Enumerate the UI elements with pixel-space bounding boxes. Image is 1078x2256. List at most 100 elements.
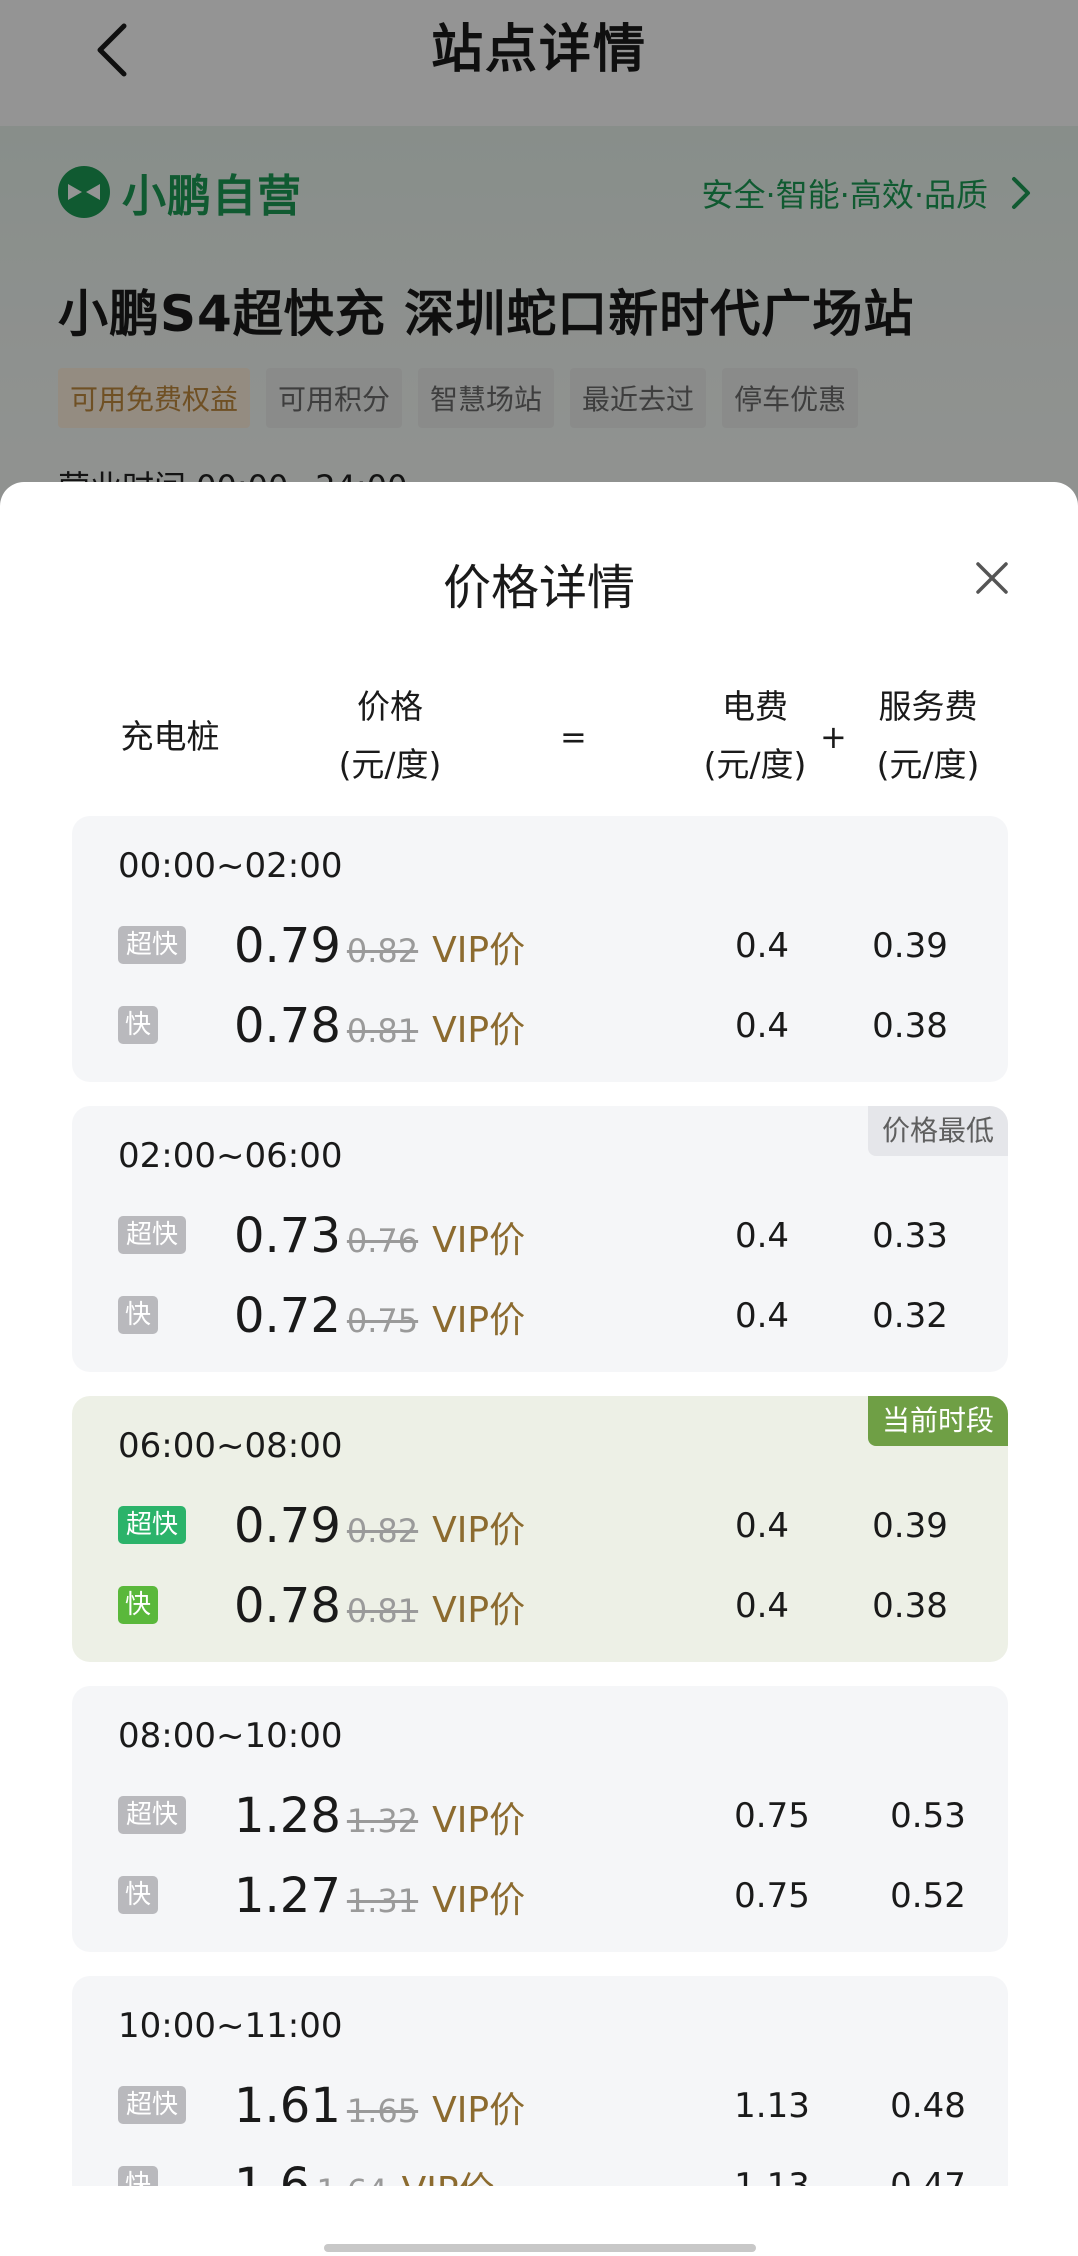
vip-label: VIP价 xyxy=(432,1880,526,1921)
service-fee: 0.39 xyxy=(872,1506,948,1546)
original-price: 1.65 xyxy=(346,2092,419,2130)
pile-type-tag: 快 xyxy=(118,1006,158,1044)
vip-label: VIP价 xyxy=(432,1510,526,1551)
vip-label: VIP价 xyxy=(432,930,526,971)
header-service-unit: (元/度) xyxy=(876,745,980,784)
pile-row-ultra: 超快 0.73 0.76 VIP价 0.4 0.33 xyxy=(72,1206,1008,1266)
header-electricity-label: 电费 xyxy=(722,687,788,726)
price-group: 0.78 0.81 VIP价 xyxy=(234,996,525,1056)
pile-type-tag: 超快 xyxy=(118,1506,186,1544)
current-period-badge: 当前时段 xyxy=(867,1396,1008,1446)
equals-sign: = xyxy=(560,718,587,756)
pile-type-tag: 超快 xyxy=(118,1216,186,1254)
pile-row-ultra: 超快 1.61 1.65 VIP价 1.13 0.48 xyxy=(72,2076,1008,2136)
slot-time: 06:00~08:00 xyxy=(118,1426,343,1466)
pile-row-ultra: 超快 1.28 1.32 VIP价 0.75 0.53 xyxy=(72,1786,1008,1846)
pile-row-fast: 快 1.6 1.64 VIP价 1.13 0.47 xyxy=(72,2156,1008,2186)
price: 1.61 xyxy=(234,2078,341,2134)
price-group: 0.78 0.81 VIP价 xyxy=(234,1576,525,1636)
price-detail-sheet: 价格详情 充电桩 价格 (元/度) = 电费 (元/度) + 服务费 (元/度)… xyxy=(0,482,1078,2256)
electricity-fee: 0.75 xyxy=(734,1796,810,1836)
price: 0.72 xyxy=(234,1288,341,1344)
time-slot: 10:00~11:00 超快 1.61 1.65 VIP价 1.13 0.48 … xyxy=(72,1976,1008,2186)
original-price: 1.32 xyxy=(346,1802,419,1840)
vip-label: VIP价 xyxy=(432,2090,526,2131)
price-group: 0.73 0.76 VIP价 xyxy=(234,1206,525,1266)
pile-row-fast: 快 0.72 0.75 VIP价 0.4 0.32 xyxy=(72,1286,1008,1346)
header-service-label: 服务费 xyxy=(878,687,978,726)
vip-label: VIP价 xyxy=(432,1300,526,1341)
header-price-label: 价格 xyxy=(357,687,423,726)
slot-time: 08:00~10:00 xyxy=(118,1716,343,1756)
electricity-fee: 1.13 xyxy=(734,2166,810,2186)
time-slot: 00:00~02:00 超快 0.79 0.82 VIP价 0.4 0.39 快… xyxy=(72,816,1008,1082)
close-icon[interactable] xyxy=(972,558,1012,598)
pile-type-tag: 超快 xyxy=(118,926,186,964)
vip-label: VIP价 xyxy=(432,1220,526,1261)
pile-row-ultra: 超快 0.79 0.82 VIP价 0.4 0.39 xyxy=(72,1496,1008,1556)
price: 1.27 xyxy=(234,1868,341,1924)
price-group: 1.6 1.64 VIP价 xyxy=(234,2156,495,2186)
electricity-fee: 0.4 xyxy=(734,1506,790,1546)
header-electricity: 电费 (元/度) xyxy=(670,678,840,794)
pile-type-tag: 超快 xyxy=(118,1796,186,1834)
electricity-fee: 0.4 xyxy=(734,1216,790,1256)
price-group: 0.79 0.82 VIP价 xyxy=(234,1496,525,1556)
electricity-fee: 0.4 xyxy=(734,1296,790,1336)
price: 0.73 xyxy=(234,1208,341,1264)
original-price: 1.64 xyxy=(316,2172,387,2186)
price-group: 0.72 0.75 VIP价 xyxy=(234,1286,525,1346)
electricity-fee: 0.75 xyxy=(734,1876,810,1916)
service-fee: 0.33 xyxy=(872,1216,948,1256)
service-fee: 0.47 xyxy=(890,2166,966,2186)
pile-type-tag: 快 xyxy=(118,1876,158,1914)
header-electricity-unit: (元/度) xyxy=(703,745,807,784)
time-slot-list[interactable]: 00:00~02:00 超快 0.79 0.82 VIP价 0.4 0.39 快… xyxy=(72,816,1008,2186)
pile-type-tag: 快 xyxy=(118,2166,158,2186)
electricity-fee: 1.13 xyxy=(734,2086,810,2126)
price: 1.28 xyxy=(234,1788,341,1844)
pile-type-tag: 超快 xyxy=(118,2086,186,2124)
service-fee: 0.48 xyxy=(890,2086,966,2126)
price-group: 0.79 0.82 VIP价 xyxy=(234,916,525,976)
price-group: 1.27 1.31 VIP价 xyxy=(234,1866,525,1926)
pile-row-fast: 快 1.27 1.31 VIP价 0.75 0.52 xyxy=(72,1866,1008,1926)
original-price: 0.75 xyxy=(346,1302,419,1340)
vip-label: VIP价 xyxy=(432,1590,526,1631)
service-fee: 0.38 xyxy=(872,1006,948,1046)
original-price: 0.82 xyxy=(346,932,419,970)
pile-type-tag: 快 xyxy=(118,1586,158,1624)
pile-type-tag: 快 xyxy=(118,1296,158,1334)
home-indicator[interactable] xyxy=(324,2244,756,2252)
sheet-title: 价格详情 xyxy=(442,560,635,616)
slot-time: 02:00~06:00 xyxy=(118,1136,343,1176)
electricity-fee: 0.4 xyxy=(734,1586,790,1626)
slot-time: 10:00~11:00 xyxy=(118,2006,343,2046)
lowest-price-badge: 价格最低 xyxy=(867,1106,1008,1156)
service-fee: 0.38 xyxy=(872,1586,948,1626)
header-price-unit: (元/度) xyxy=(338,745,442,784)
original-price: 0.76 xyxy=(346,1222,419,1260)
price: 1.6 xyxy=(234,2158,311,2186)
vip-label: VIP价 xyxy=(432,1010,526,1051)
original-price: 0.81 xyxy=(346,1012,419,1050)
vip-label: VIP价 xyxy=(432,1800,526,1841)
vip-label: VIP价 xyxy=(402,2161,495,2186)
header-price: 价格 (元/度) xyxy=(300,678,480,794)
service-fee: 0.52 xyxy=(890,1876,966,1916)
price-group: 1.61 1.65 VIP价 xyxy=(234,2076,525,2136)
service-fee: 0.53 xyxy=(890,1796,966,1836)
header-pile-label: 充电桩 xyxy=(120,717,220,756)
price: 0.78 xyxy=(234,1578,341,1634)
time-slot: 08:00~10:00 超快 1.28 1.32 VIP价 0.75 0.53 … xyxy=(72,1686,1008,1952)
price: 0.79 xyxy=(234,918,341,974)
header-pile: 充电桩 xyxy=(100,708,240,766)
pile-row-fast: 快 0.78 0.81 VIP价 0.4 0.38 xyxy=(72,996,1008,1056)
electricity-fee: 0.4 xyxy=(734,1006,790,1046)
price-group: 1.28 1.32 VIP价 xyxy=(234,1786,525,1846)
original-price: 0.81 xyxy=(346,1592,419,1630)
pile-row-ultra: 超快 0.79 0.82 VIP价 0.4 0.39 xyxy=(72,916,1008,976)
header-service: 服务费 (元/度) xyxy=(838,678,1018,794)
slot-time: 00:00~02:00 xyxy=(118,846,343,886)
price: 0.78 xyxy=(234,998,341,1054)
